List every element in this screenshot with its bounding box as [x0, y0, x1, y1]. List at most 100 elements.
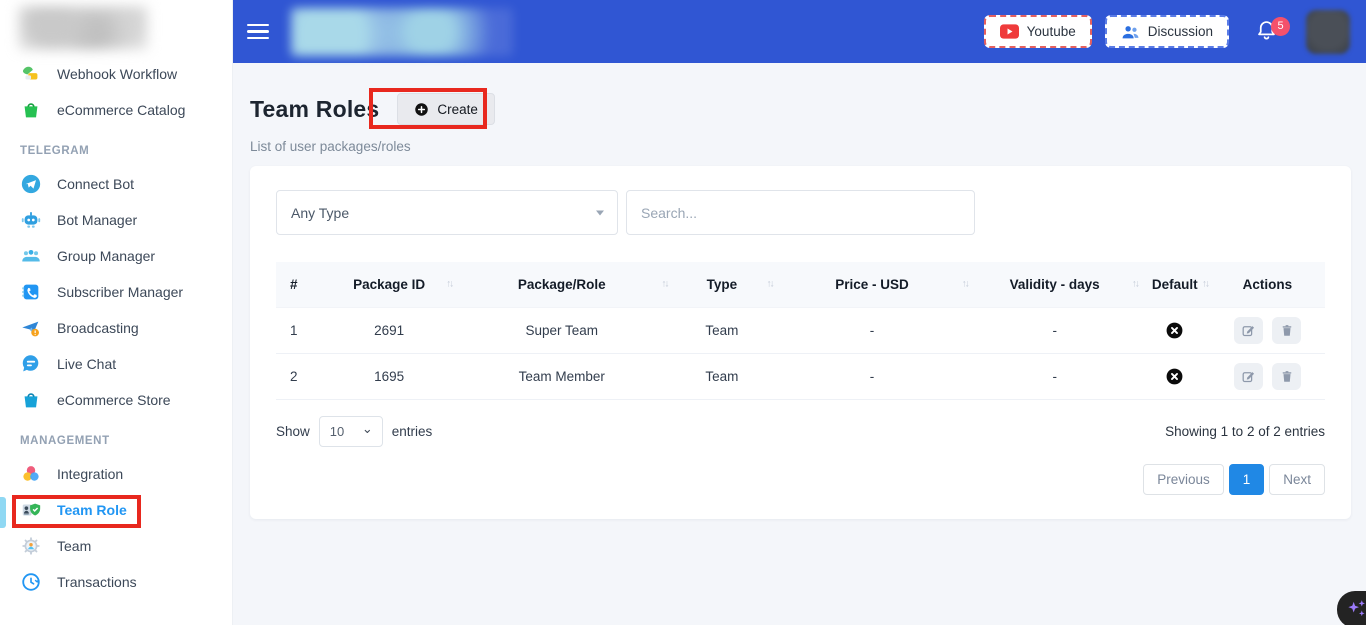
delete-button[interactable]	[1272, 363, 1301, 390]
chevron-down-icon: ⌄	[362, 421, 373, 437]
webhook-workflow-icon	[20, 63, 42, 85]
sidebar-item-label: Broadcasting	[57, 320, 139, 336]
sparkles-icon	[1345, 597, 1366, 623]
paper-plane-alert-icon	[20, 317, 42, 339]
delete-button[interactable]	[1272, 317, 1301, 344]
main-content: Team Roles Create List of user packages/…	[233, 63, 1366, 625]
sidebar-item-label: Integration	[57, 466, 123, 482]
sidebar-logo-blurred	[18, 6, 148, 50]
type-filter-select[interactable]: Any Type	[276, 190, 618, 235]
user-avatar-blurred[interactable]	[1306, 10, 1350, 54]
pagination: Previous 1 Next	[276, 464, 1325, 495]
not-default-icon	[1165, 367, 1184, 386]
youtube-label: Youtube	[1027, 24, 1076, 39]
column-header-package-id[interactable]: Package ID↑↓	[324, 262, 454, 307]
edit-icon	[1241, 323, 1256, 338]
trash-icon	[1280, 323, 1294, 338]
plus-circle-icon	[414, 102, 429, 117]
people-group-icon	[20, 245, 42, 267]
youtube-button[interactable]: Youtube	[984, 15, 1092, 48]
sidebar-item-label: Team	[57, 538, 91, 554]
create-button-label: Create	[437, 102, 478, 117]
sidebar-item-integration[interactable]: Integration	[0, 456, 232, 492]
sidebar-item-label: Connect Bot	[57, 176, 134, 192]
cell-price: -	[774, 353, 969, 399]
sort-icon[interactable]: ↑↓	[1132, 279, 1138, 290]
ai-assistant-button[interactable]	[1337, 591, 1366, 625]
hamburger-icon	[247, 24, 269, 27]
sidebar-item-label: Transactions	[57, 574, 137, 590]
cell-type: Team	[669, 353, 774, 399]
sidebar-item-broadcasting[interactable]: Broadcasting	[0, 310, 232, 346]
showing-entries-text: Showing 1 to 2 of 2 entries	[1165, 424, 1325, 439]
sidebar-item-label: Live Chat	[57, 356, 116, 372]
active-item-indicator	[0, 497, 6, 528]
sort-icon[interactable]: ↑↓	[766, 279, 772, 290]
sidebar-item-label: Bot Manager	[57, 212, 137, 228]
search-input[interactable]	[626, 190, 975, 235]
column-header-type[interactable]: Type↑↓	[669, 262, 774, 307]
contact-phone-icon	[20, 281, 42, 303]
column-header-validity[interactable]: Validity - days↑↓	[970, 262, 1140, 307]
menu-toggle-button[interactable]	[247, 19, 277, 45]
type-filter-value: Any Type	[291, 205, 349, 221]
sidebar-item-label: Subscriber Manager	[57, 284, 183, 300]
column-header-price[interactable]: Price - USD↑↓	[774, 262, 969, 307]
topbar-actions: Youtube Discussion 5	[984, 10, 1350, 54]
overlapping-circles-icon	[20, 463, 42, 485]
sidebar-item-live-chat[interactable]: Live Chat	[0, 346, 232, 382]
roles-table: # Package ID↑↓ Package/Role↑↓ Type↑↓ Pri…	[276, 262, 1325, 400]
sort-icon[interactable]: ↑↓	[962, 279, 968, 290]
shopping-bag-green-icon	[20, 99, 42, 121]
sidebar-item-group-manager[interactable]: Group Manager	[0, 238, 232, 274]
clock-history-icon	[20, 571, 42, 593]
column-header-package-role[interactable]: Package/Role↑↓	[454, 262, 669, 307]
sidebar-item-transactions[interactable]: Transactions	[0, 564, 232, 600]
sort-icon[interactable]: ↑↓	[661, 279, 667, 290]
sidebar-item-label: Team Role	[57, 502, 127, 518]
entries-label: entries	[392, 424, 433, 439]
sidebar-item-team[interactable]: Team	[0, 528, 232, 564]
cell-num: 1	[276, 307, 324, 353]
column-header-num: #	[276, 262, 324, 307]
cell-type: Team	[669, 307, 774, 353]
sidebar-item-subscriber-manager[interactable]: Subscriber Manager	[0, 274, 232, 310]
next-page-button[interactable]: Next	[1269, 464, 1325, 495]
person-shield-icon	[20, 499, 42, 521]
sidebar-section-telegram: TELEGRAM	[0, 145, 232, 157]
sort-icon[interactable]: ↑↓	[446, 279, 452, 290]
column-header-default[interactable]: Default↑↓	[1140, 262, 1210, 307]
page-size-value: 10	[330, 424, 344, 439]
cell-package-id: 2691	[324, 307, 454, 353]
edit-button[interactable]	[1234, 317, 1263, 344]
not-default-icon	[1165, 321, 1184, 340]
sidebar-item-connect-bot[interactable]: Connect Bot	[0, 166, 232, 202]
telegram-plane-icon	[20, 173, 42, 195]
cell-price: -	[774, 307, 969, 353]
cell-package-role: Super Team	[454, 307, 669, 353]
cell-default	[1140, 307, 1210, 353]
sidebar-nav: Webhook Workflow eCommerce Catalog TELEG…	[0, 56, 232, 600]
roles-card: Any Type # Package ID↑↓ Package/Role↑↓ T…	[250, 166, 1351, 519]
trash-icon	[1280, 369, 1294, 384]
edit-button[interactable]	[1234, 363, 1263, 390]
page-subtitle: List of user packages/roles	[250, 139, 1366, 154]
sort-icon[interactable]: ↑↓	[1202, 279, 1208, 290]
column-header-actions: Actions	[1210, 262, 1325, 307]
create-button[interactable]: Create	[397, 93, 495, 125]
sidebar-item-label: eCommerce Catalog	[57, 102, 185, 118]
notification-badge: 5	[1271, 17, 1290, 36]
sidebar-item-ecommerce-store[interactable]: eCommerce Store	[0, 382, 232, 418]
page-size-select[interactable]: 10 ⌄	[319, 416, 383, 447]
sidebar-item-bot-manager[interactable]: Bot Manager	[0, 202, 232, 238]
discussion-button[interactable]: Discussion	[1105, 15, 1229, 48]
sidebar-item-label: eCommerce Store	[57, 392, 171, 408]
notifications-button[interactable]: 5	[1255, 19, 1278, 45]
sidebar-item-webhook-workflow[interactable]: Webhook Workflow	[0, 56, 232, 92]
sidebar-item-team-role[interactable]: Team Role	[0, 492, 232, 528]
sidebar-item-label: Webhook Workflow	[57, 66, 177, 82]
page-1-button[interactable]: 1	[1229, 464, 1265, 495]
previous-page-button[interactable]: Previous	[1143, 464, 1224, 495]
sidebar-item-ecommerce-catalog[interactable]: eCommerce Catalog	[0, 92, 232, 128]
cell-validity: -	[970, 307, 1140, 353]
